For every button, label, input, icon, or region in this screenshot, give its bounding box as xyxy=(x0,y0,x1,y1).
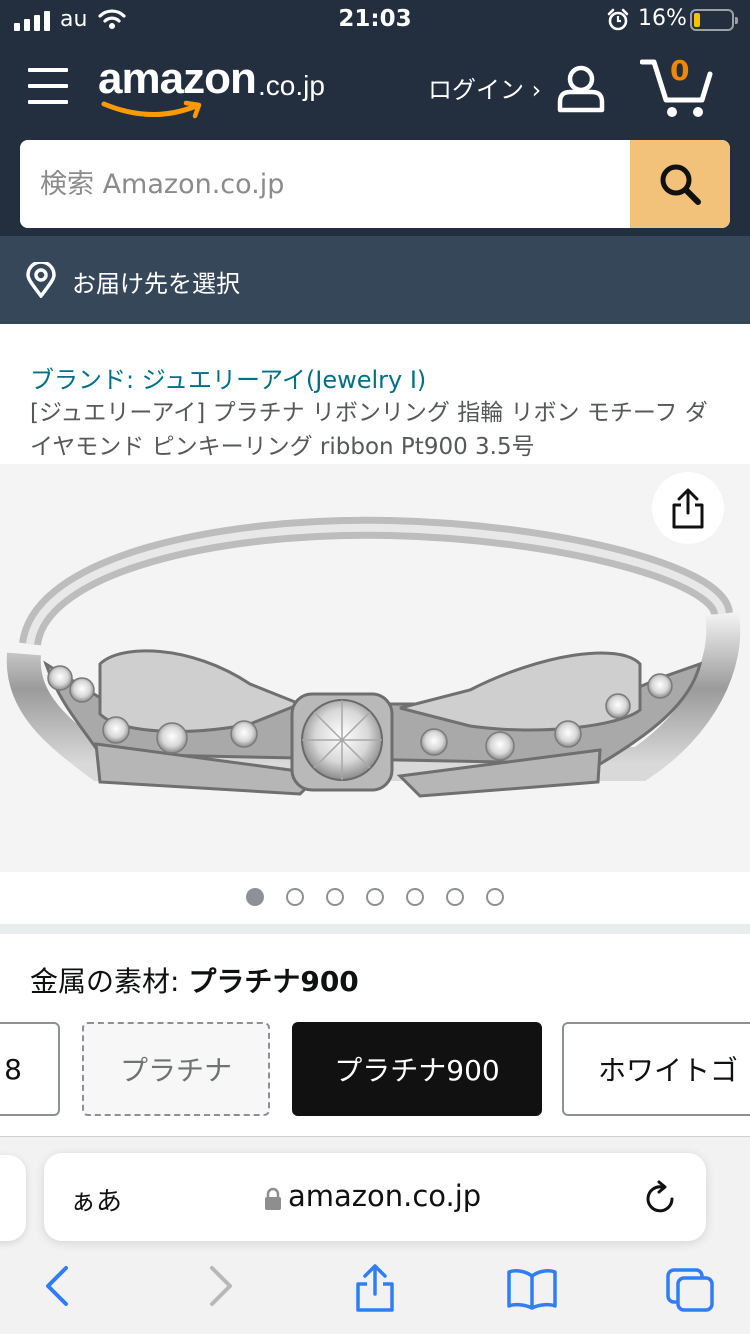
product-image-carousel[interactable] xyxy=(0,464,750,872)
swatch-option-3[interactable]: プラチナ900 xyxy=(292,1022,542,1116)
amazon-header: amazon .co.jp ログイン › 0 xyxy=(0,40,750,236)
reload-icon[interactable] xyxy=(644,1179,678,1219)
text-size-button[interactable]: ぁあ xyxy=(70,1181,122,1218)
back-icon[interactable] xyxy=(42,1264,74,1312)
location-pin-icon xyxy=(24,260,58,302)
ring-image xyxy=(6,516,741,798)
carousel-dot[interactable] xyxy=(446,888,464,906)
variation-selected-value: プラチナ900 xyxy=(188,965,359,998)
variation-label-text: 金属の素材: xyxy=(30,965,189,998)
cart-count: 0 xyxy=(670,54,690,87)
login-link[interactable]: ログイン › xyxy=(428,70,541,105)
search-bar xyxy=(20,140,730,228)
url-text: amazon.co.jp xyxy=(288,1179,482,1213)
carousel-dot[interactable] xyxy=(246,888,264,906)
menu-icon[interactable] xyxy=(28,68,68,104)
lock-icon xyxy=(264,1187,282,1215)
cart-button[interactable]: 0 xyxy=(639,54,716,117)
share-icon xyxy=(672,488,704,529)
battery-percent: 16% xyxy=(638,6,687,31)
product-title: [ジュエリーアイ] プラチナ リボンリング 指輪 リボン モチーフ ダイヤモンド… xyxy=(30,400,708,460)
swatch-option-2[interactable]: プラチナ xyxy=(82,1022,270,1116)
address-bar[interactable]: ぁあ amazon.co.jp xyxy=(44,1153,706,1241)
bookmarks-icon[interactable] xyxy=(506,1268,558,1314)
search-button[interactable] xyxy=(630,140,730,228)
amazon-logo[interactable]: amazon .co.jp xyxy=(98,54,325,119)
carousel-dots xyxy=(246,888,504,906)
deliver-to-label: お届け先を選択 xyxy=(72,270,240,298)
tabs-icon[interactable] xyxy=(666,1268,716,1318)
alarm-icon xyxy=(606,8,630,36)
carousel-dot[interactable] xyxy=(326,888,344,906)
logo-tld: .co.jp xyxy=(258,70,325,101)
brand-link[interactable]: ブランド: ジュエリーアイ(Jewelry I) xyxy=(30,360,426,395)
share-button[interactable] xyxy=(652,472,724,544)
smile-arrow-icon xyxy=(101,100,202,119)
carousel-dot[interactable] xyxy=(406,888,424,906)
battery-icon xyxy=(690,9,738,31)
carousel-dot[interactable] xyxy=(486,888,504,906)
deliver-to-bar[interactable]: お届け先を選択 xyxy=(0,236,750,324)
search-input[interactable] xyxy=(20,140,630,228)
carousel-dot[interactable] xyxy=(286,888,304,906)
forward-icon[interactable] xyxy=(204,1264,236,1312)
search-icon xyxy=(660,164,701,205)
section-divider xyxy=(0,924,750,934)
variation-swatches: 8 プラチナ プラチナ900 ホワイトゴ xyxy=(0,1022,750,1116)
previous-tab-preview[interactable] xyxy=(0,1155,26,1241)
share-icon[interactable] xyxy=(354,1262,396,1318)
browser-toolbar xyxy=(0,1250,750,1334)
carousel-dot[interactable] xyxy=(366,888,384,906)
variation-label: 金属の素材: プラチナ900 xyxy=(30,960,359,1000)
logo-word: amazon xyxy=(98,54,257,103)
status-bar: au 21:03 16% xyxy=(0,0,750,40)
swatch-option-4[interactable]: ホワイトゴ xyxy=(562,1022,750,1116)
swatch-option-1[interactable]: 8 xyxy=(0,1022,60,1116)
account-icon[interactable] xyxy=(554,64,608,118)
